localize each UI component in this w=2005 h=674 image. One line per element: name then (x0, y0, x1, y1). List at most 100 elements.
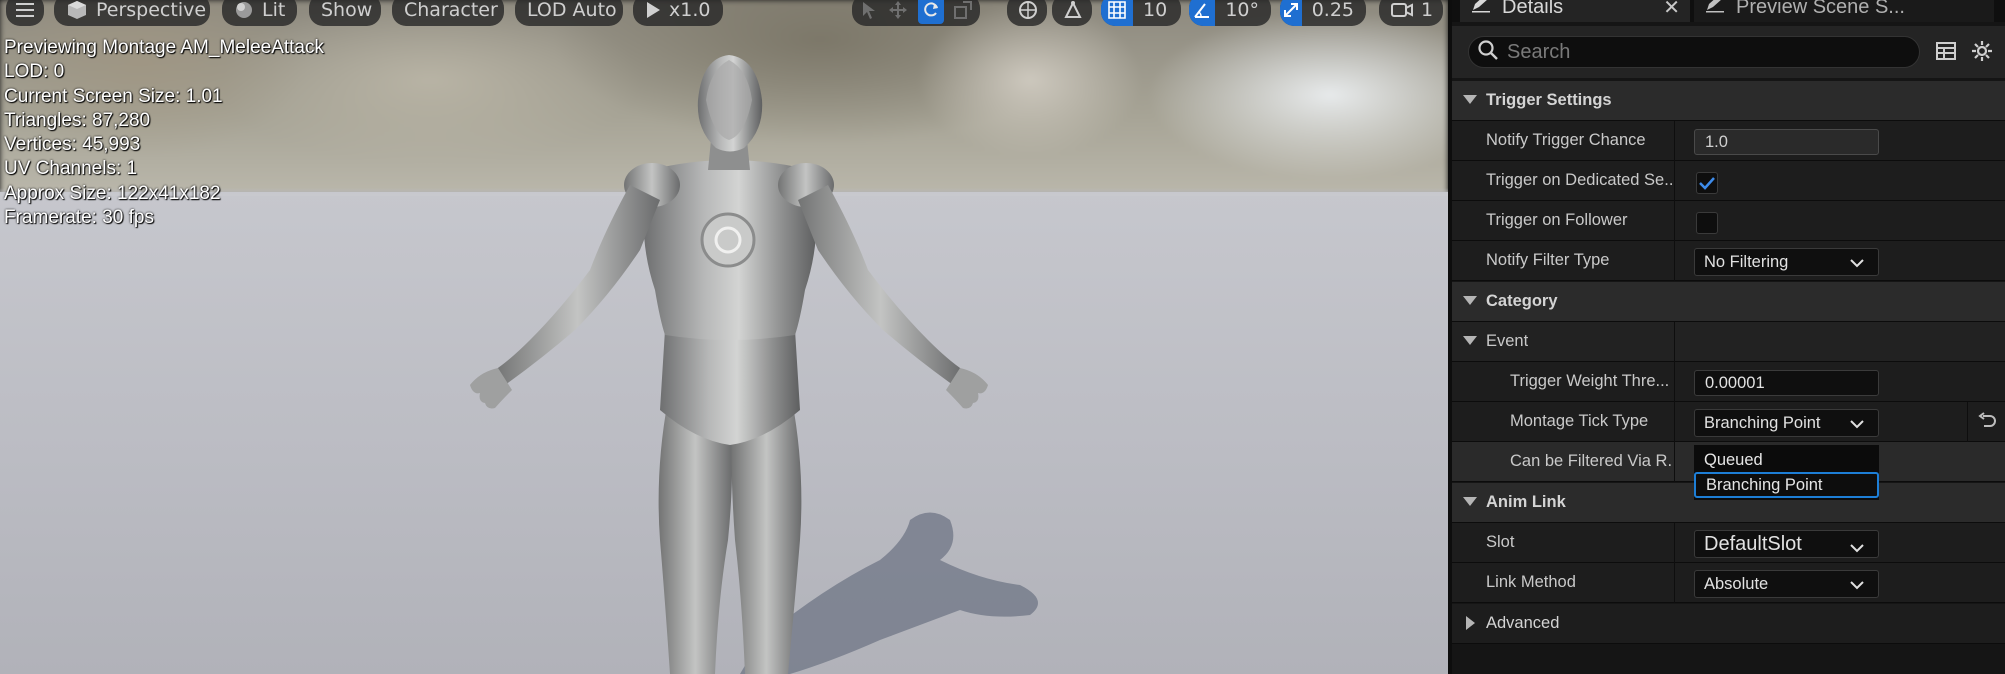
lit-button[interactable]: Lit (222, 0, 297, 26)
category-trigger-settings[interactable]: Trigger Settings (1452, 81, 2005, 121)
grid-snap-button[interactable]: 10 (1101, 0, 1181, 26)
reset-to-default-icon[interactable] (1977, 412, 1997, 435)
stat-lod: LOD: 0 (4, 61, 65, 83)
checkmark-icon (1699, 177, 1715, 190)
settings-gear-icon[interactable] (1971, 40, 1993, 67)
perspective-button[interactable]: Perspective (54, 0, 210, 26)
show-button[interactable]: Show (309, 0, 381, 26)
translate-icon[interactable] (888, 0, 908, 20)
details-panel: Details ✕ Preview Scene S... Search Trig… (1448, 0, 2005, 674)
column-splitter (1674, 241, 1675, 281)
show-label: Show (321, 0, 373, 21)
hamburger-menu-icon (16, 2, 34, 18)
stat-triangles: Triangles: 87,280 (4, 109, 151, 131)
row-notify-trigger-chance: Notify Trigger Chance 1.0 (1452, 121, 2005, 161)
pencil-icon (1704, 0, 1726, 19)
montage-tick-dropdown[interactable]: Branching Point (1694, 409, 1879, 437)
scale-icon[interactable] (954, 1, 972, 19)
table-view-icon[interactable] (1935, 40, 1957, 67)
pencil-icon (1470, 0, 1492, 19)
column-splitter (1674, 121, 1675, 161)
character-button[interactable]: Character (392, 0, 504, 26)
trigger-weight-field[interactable]: 0.00001 (1694, 370, 1879, 396)
notify-filter-dropdown[interactable]: No Filtering (1694, 248, 1879, 276)
rotate-icon[interactable] (918, 0, 944, 24)
camera-speed-button[interactable]: 1 (1379, 0, 1443, 26)
slot-label: Slot (1486, 533, 1515, 551)
search-input[interactable]: Search (1468, 36, 1920, 68)
notify-trigger-chance-label: Notify Trigger Chance (1486, 131, 1646, 149)
notify-filter-label: Notify Filter Type (1486, 251, 1610, 269)
stat-screen-size: Current Screen Size: 1.01 (4, 85, 223, 107)
slot-dropdown[interactable]: DefaultSlot (1694, 530, 1879, 558)
world-local-button[interactable] (1007, 0, 1047, 26)
search-placeholder: Search (1507, 40, 1571, 63)
close-icon[interactable]: ✕ (1663, 0, 1680, 20)
grid-icon (1101, 0, 1133, 26)
play-speed-button[interactable]: x1.0 (633, 0, 723, 26)
category-anim-link-label: Anim Link (1486, 493, 1566, 511)
subcategory-event-label: Event (1486, 332, 1529, 350)
lit-label: Lit (262, 0, 286, 21)
viewport-menu-button[interactable] (6, 0, 44, 26)
row-montage-tick-type: Montage Tick Type Branching Point (1452, 402, 2005, 442)
montage-tick-value: Branching Point (1704, 413, 1821, 432)
column-splitter (1674, 322, 1675, 362)
lit-sphere-icon (234, 0, 254, 20)
trigger-follower-checkbox[interactable] (1696, 212, 1718, 234)
select-arrow-icon[interactable] (860, 0, 878, 20)
camera-icon (1391, 1, 1413, 19)
collapsed-arrow-icon (1466, 616, 1475, 630)
grid-snap-value: 10 (1143, 0, 1168, 21)
dropdown-option-queued[interactable]: Queued (1694, 447, 1879, 473)
column-splitter (1674, 362, 1675, 402)
left-arm (495, 185, 660, 385)
row-notify-filter-type: Notify Filter Type No Filtering (1452, 241, 2005, 281)
character-label: Character (404, 0, 498, 21)
column-splitter (1674, 563, 1675, 603)
notify-filter-value: No Filtering (1704, 252, 1789, 271)
world-space-icon (1017, 0, 1039, 21)
lod-button[interactable]: LOD Auto (515, 0, 623, 26)
tab-details[interactable]: Details ✕ (1460, 0, 1690, 22)
surface-snap-button[interactable] (1052, 0, 1092, 26)
tab-details-label: Details (1502, 0, 1564, 18)
rotation-snap-button[interactable]: 10° (1189, 0, 1271, 26)
expand-arrow-icon (1463, 336, 1477, 345)
expand-arrow-icon (1463, 296, 1477, 305)
scale-snap-button[interactable]: 0.25 (1280, 0, 1366, 26)
stat-vertices: Vertices: 45,993 (4, 134, 141, 156)
tab-preview-scene-settings[interactable]: Preview Scene S... (1694, 0, 1994, 22)
expand-arrow-icon (1463, 497, 1477, 506)
montage-tick-dropdown-list: Queued Branching Point (1694, 445, 1879, 500)
search-row: Search (1452, 26, 2005, 78)
viewport[interactable]: Perspective Lit Show Character LOD Auto … (0, 0, 1448, 674)
column-splitter (1674, 161, 1675, 201)
stat-framerate: Framerate: 30 fps (4, 207, 154, 229)
camera-speed-value: 1 (1421, 0, 1434, 21)
category-advanced[interactable]: Advanced (1452, 604, 2005, 644)
play-icon (645, 1, 661, 19)
dropdown-option-branching-point[interactable]: Branching Point (1694, 472, 1879, 498)
row-trigger-on-follower: Trigger on Follower (1452, 201, 2005, 241)
lod-label: LOD Auto (527, 0, 617, 21)
category-advanced-label: Advanced (1486, 614, 1560, 632)
category-category[interactable]: Category (1452, 282, 2005, 322)
notify-trigger-chance-field[interactable]: 1.0 (1694, 129, 1879, 155)
subcategory-event[interactable]: Event (1452, 322, 2005, 362)
column-splitter (1674, 442, 1675, 482)
link-method-value: Absolute (1704, 574, 1769, 593)
expand-arrow-icon (1463, 95, 1477, 104)
trigger-follower-label: Trigger on Follower (1486, 211, 1628, 229)
chevron-down-icon (1850, 537, 1864, 560)
link-method-dropdown[interactable]: Absolute (1694, 570, 1879, 598)
surface-snap-icon (1062, 0, 1084, 21)
chevron-down-icon (1850, 577, 1864, 596)
row-trigger-weight-threshold: Trigger Weight Thre... 0.00001 (1452, 362, 2005, 402)
rotation-snap-value: 10° (1225, 0, 1259, 21)
column-splitter (1674, 523, 1675, 563)
viewport-stats-overlay: Previewing Montage AM_MeleeAttack LOD: 0… (4, 36, 324, 230)
category-trigger-settings-label: Trigger Settings (1486, 91, 1612, 109)
column-splitter (1674, 402, 1675, 442)
trigger-dedicated-checkbox[interactable] (1696, 172, 1718, 194)
